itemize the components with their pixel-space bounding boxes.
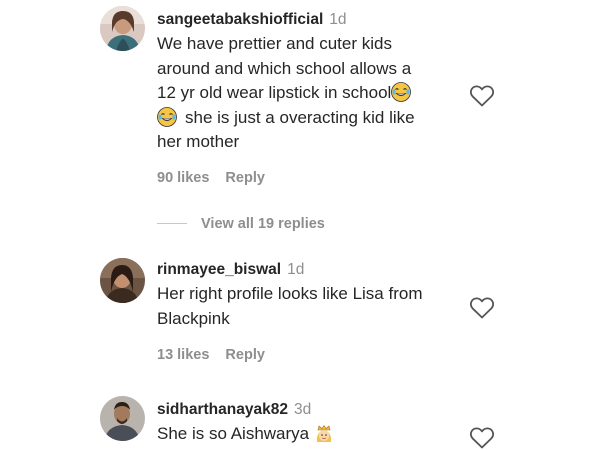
comment-timestamp: 3d (293, 401, 312, 418)
view-replies-button[interactable]: View all 19 replies (157, 216, 325, 234)
comment-text: We have prettier and cuter kids around a… (157, 32, 457, 155)
princess-icon (316, 424, 331, 442)
comment-text-line: Blackpink (157, 308, 230, 328)
comment-meta: 90 likes Reply (157, 170, 265, 186)
reply-button[interactable]: Reply (225, 347, 265, 363)
reply-button[interactable]: Reply (225, 170, 265, 186)
comment-text-line: 12 yr old wear lipstick in school (157, 81, 457, 106)
avatar[interactable] (100, 6, 145, 51)
comment-item: sidharthanayak82 3d She is so Aishwarya (0, 390, 600, 450)
face-with-tears-of-joy-icon (391, 82, 412, 102)
view-replies-label: View all 19 replies (201, 216, 325, 232)
comment-text-line: Her right profile looks like Lisa from (157, 284, 423, 303)
comment-text: Her right profile looks like Lisa from B… (157, 282, 457, 331)
comment-username[interactable]: rinmayee_biswal (157, 261, 281, 278)
comment-text-line: She is so Aishwarya (157, 422, 457, 447)
comment-text: She is so Aishwarya (157, 422, 457, 447)
like-heart-icon[interactable] (469, 296, 495, 320)
like-heart-icon[interactable] (469, 84, 495, 108)
avatar[interactable] (100, 258, 145, 303)
likes-count[interactable]: 90 likes (157, 170, 209, 186)
comment-username[interactable]: sidharthanayak82 (157, 401, 288, 418)
comment-text-line: she is just a overacting kid like (157, 106, 457, 131)
like-heart-icon[interactable] (469, 426, 495, 450)
avatar[interactable] (100, 396, 145, 441)
comment-meta: 13 likes Reply (157, 347, 265, 363)
face-with-tears-of-joy-icon (157, 106, 177, 127)
comment-username[interactable]: sangeetabakshiofficial (157, 11, 323, 28)
comment-item: sangeetabakshiofficial 1d We have prettie… (0, 0, 600, 200)
comment-timestamp: 1d (287, 261, 305, 278)
comment-text-line: We have prettier and cuter kids (157, 34, 392, 53)
likes-count[interactable]: 13 likes (157, 347, 209, 363)
divider-line (157, 222, 187, 224)
comment-timestamp: 1d (329, 11, 347, 28)
comment-item: rinmayee_biswal 1d Her right profile look… (0, 250, 600, 370)
comment-text-line: around and which school allows a (157, 58, 412, 78)
comment-text-line: her mother (157, 132, 240, 151)
